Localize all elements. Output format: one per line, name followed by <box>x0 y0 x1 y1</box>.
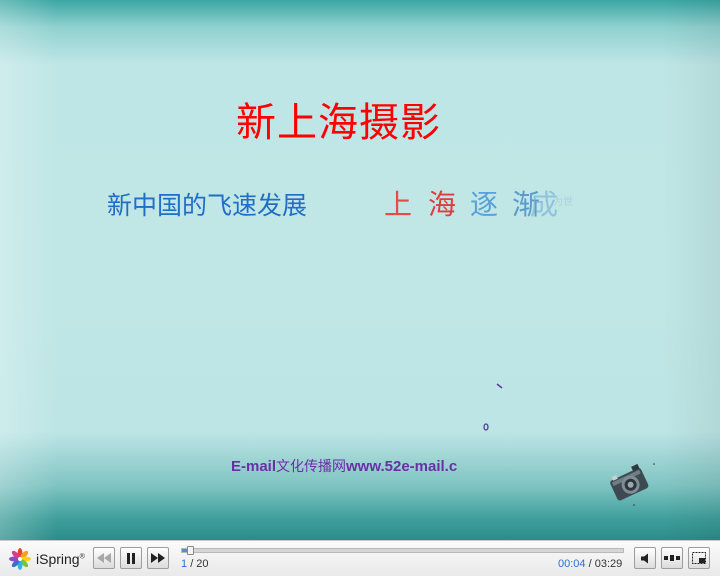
fullscreen-icon <box>692 552 706 564</box>
ispring-flower-icon <box>9 548 31 570</box>
email-prefix: E-mail <box>231 458 277 475</box>
ispring-logo: iSpring® <box>8 547 86 571</box>
forward-icon <box>151 553 165 563</box>
animated-char: 逐 <box>470 188 499 221</box>
playlist-icon <box>664 555 680 561</box>
website-url: www.52e-mail.c <box>346 458 458 475</box>
pause-icon <box>127 552 135 564</box>
fading-text: 为世 <box>553 197 573 208</box>
volume-button[interactable] <box>634 547 656 569</box>
camera-icon <box>610 463 655 506</box>
slide-subtitle: 新中国的飞速发展 <box>107 191 308 220</box>
email-website-line: E-mail文化传播网www.52e-mail.c <box>231 456 457 476</box>
time-total: / 03:29 <box>588 558 623 570</box>
animated-char: 海 <box>428 188 457 221</box>
volume-icon <box>641 553 648 563</box>
time-current: 00:04 <box>558 558 586 570</box>
logo-mark: ® <box>79 553 85 561</box>
rewind-button[interactable] <box>93 547 115 569</box>
progress-handle[interactable] <box>187 546 195 555</box>
progress-bar[interactable] <box>181 546 624 555</box>
animated-char: 上 <box>384 188 413 221</box>
pause-button[interactable] <box>120 547 142 569</box>
decorative-strokes <box>483 383 503 431</box>
logo-label: iSpring <box>36 551 80 567</box>
playlist-button[interactable] <box>661 547 683 569</box>
slide-current: 1 <box>181 558 188 570</box>
forward-button[interactable] <box>147 547 169 569</box>
slide-canvas: 新上海摄影 新中国的飞速发展 上 海 逐 渐 成 为世 E-mail文化传播网w… <box>0 0 720 540</box>
fullscreen-button[interactable] <box>688 547 710 569</box>
slide-counter: 1 / 20 <box>181 558 209 570</box>
time-display: 00:04 / 03:29 <box>558 558 622 570</box>
slide-title: 新上海摄影 <box>236 100 441 146</box>
email-cn-label: 文化传播网 <box>276 459 347 475</box>
rewind-icon <box>97 553 111 563</box>
slide-total: / 20 <box>190 558 209 570</box>
